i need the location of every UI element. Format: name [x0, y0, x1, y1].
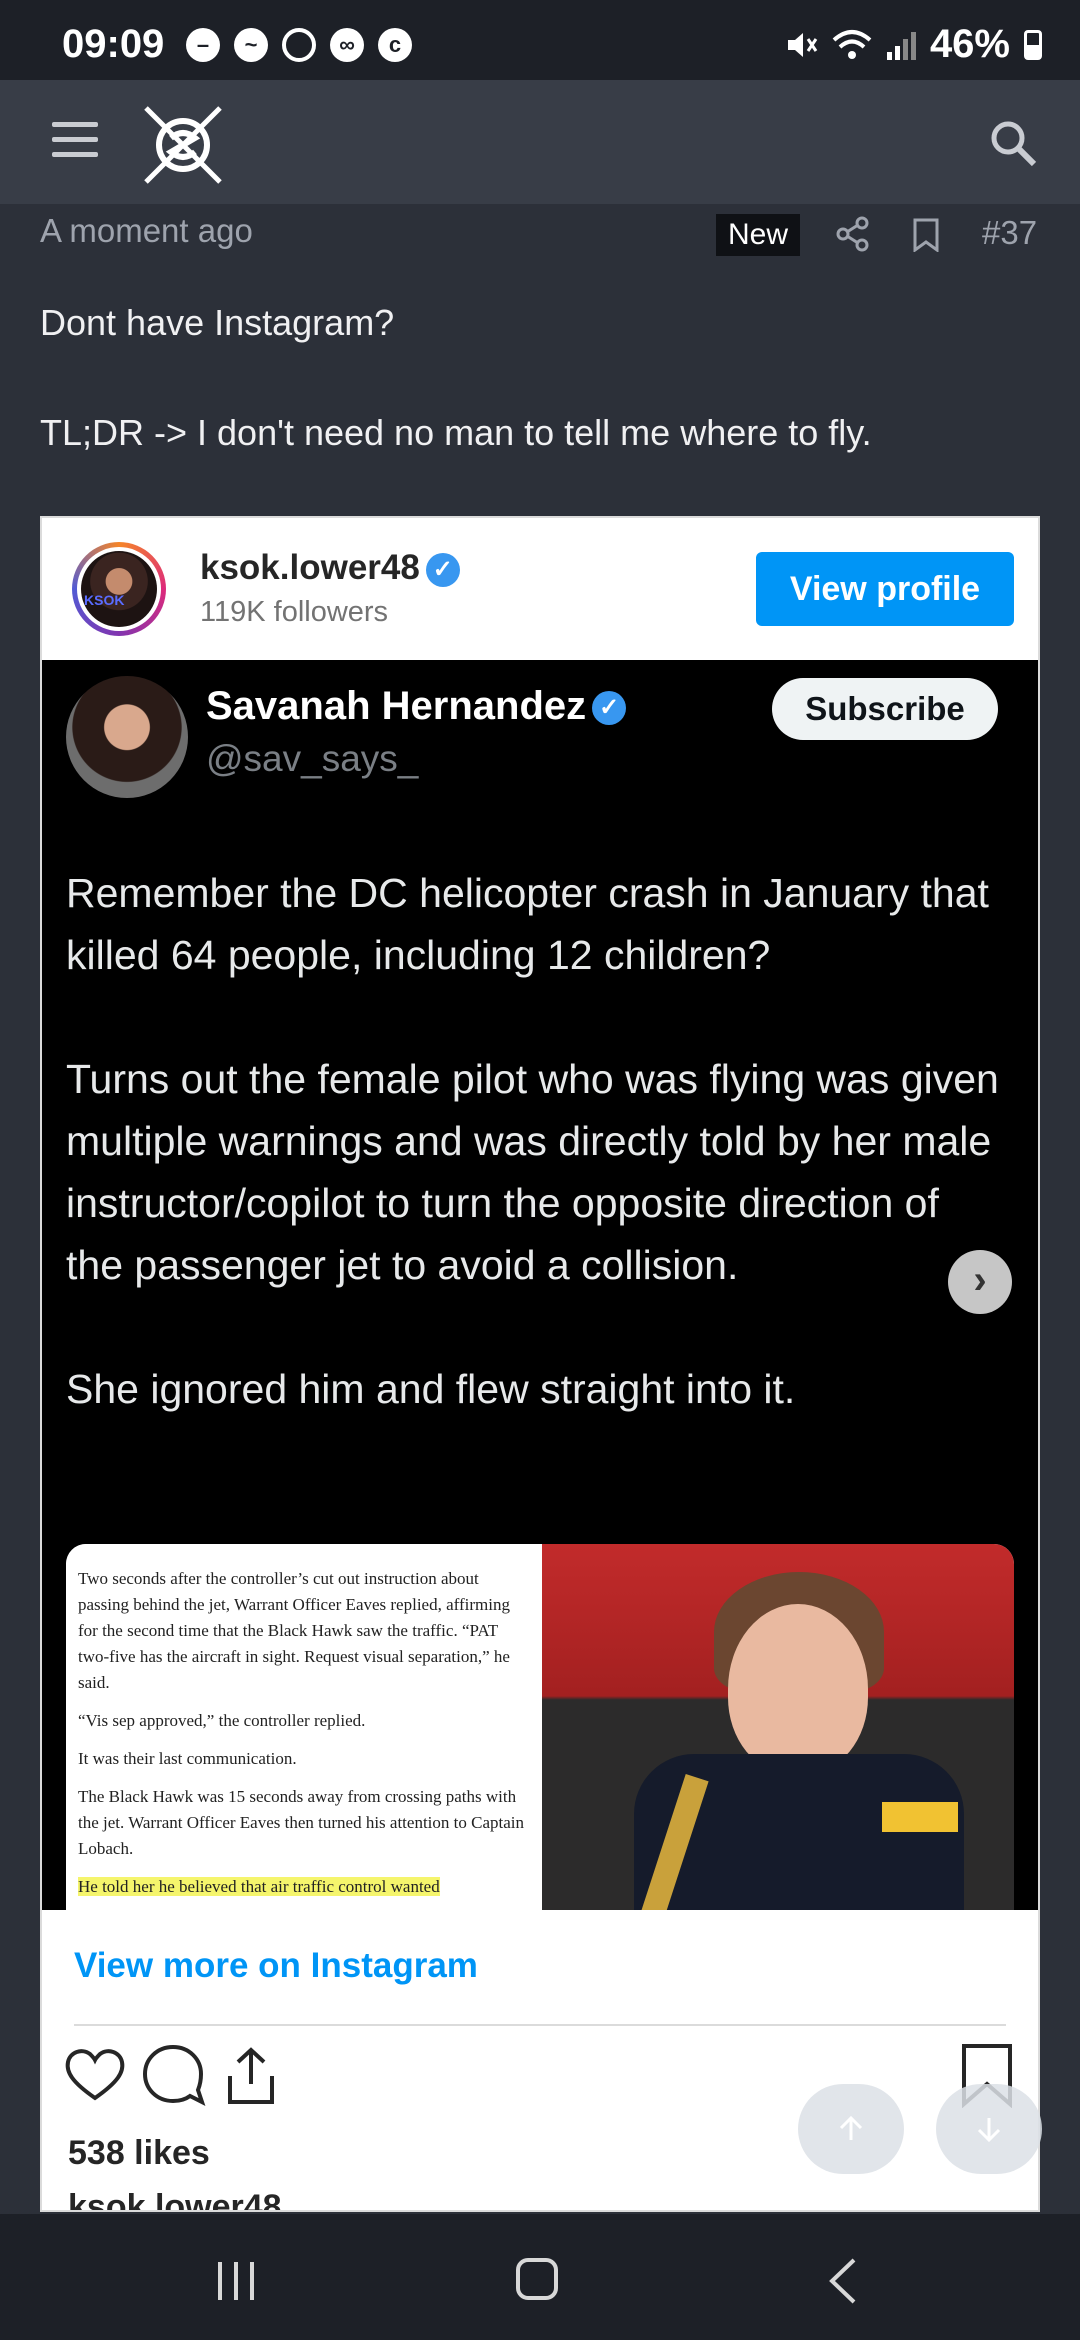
system-navigation-bar [0, 2214, 1080, 2340]
like-count: 538 likes [68, 2134, 210, 2172]
scroll-down-button[interactable] [936, 2084, 1042, 2174]
site-logo[interactable] [138, 100, 228, 190]
post-text-line: TL;DR -> I don't need no man to tell me … [40, 412, 872, 453]
recent-apps-icon[interactable] [214, 2260, 258, 2302]
arrow-up-icon [839, 2115, 863, 2140]
view-more-link[interactable]: View more on Instagram [74, 1946, 478, 1986]
article-screenshot: Two seconds after the controller’s cut o… [66, 1544, 538, 1910]
article-paragraph: “Vis sep approved,” the controller repli… [78, 1711, 366, 1730]
tweet-author-avatar [66, 676, 188, 798]
tweet-body: Remember the DC helicopter crash in Janu… [66, 862, 1006, 1482]
share-icon[interactable] [836, 216, 870, 252]
post-media[interactable]: Savanah Hernandez ✓ @sav_says_ Subscribe … [42, 660, 1038, 1910]
embed-header: KSOK ksok.lower48 ✓ 119K followers View p… [42, 518, 1038, 660]
article-paragraph: The Black Hawk was 15 seconds away from … [78, 1787, 525, 1858]
mute-icon [787, 32, 818, 57]
messenger-icon: ~ [234, 28, 268, 62]
caption-username[interactable]: ksok.lower48 [68, 2188, 282, 2210]
status-bar: 09:09 – ~ ∞ c 46% [0, 0, 1080, 80]
avatar[interactable]: KSOK [72, 542, 166, 636]
instagram-icon [282, 28, 316, 62]
pilot-photo [542, 1544, 1014, 1910]
post-number-link[interactable]: #37 [982, 214, 1037, 252]
post-text-line: Dont have Instagram? [40, 302, 395, 343]
tweet-image: Two seconds after the controller’s cut o… [66, 1544, 1014, 1910]
battery-percent: 46% [929, 22, 1010, 66]
app-header [0, 80, 1080, 204]
article-paragraph-highlighted: He told her he believed that air traffic… [78, 1874, 526, 1900]
arrow-down-icon [977, 2118, 1001, 2143]
heart-icon[interactable] [62, 2042, 128, 2108]
highlighted-text: He told her he believed that air traffic… [78, 1877, 440, 1896]
view-profile-button[interactable]: View profile [756, 552, 1014, 626]
scroll-up-button[interactable] [798, 2084, 904, 2174]
voicemail-icon: ∞ [330, 28, 364, 62]
verified-icon: ✓ [425, 552, 460, 587]
post-time: A moment ago [40, 212, 253, 249]
share-upload-icon[interactable] [218, 2042, 284, 2108]
chevron-right-icon[interactable]: › [948, 1250, 1012, 1314]
comment-icon[interactable] [140, 2042, 206, 2108]
menu-icon[interactable] [52, 122, 98, 158]
bookmark-icon[interactable] [912, 218, 940, 252]
article-paragraph: Two seconds after the controller’s cut o… [78, 1569, 510, 1692]
sync-icon: c [378, 28, 412, 62]
tweet-paragraph: Turns out the female pilot who was flyin… [66, 1056, 999, 1288]
status-time: 09:09 [62, 22, 165, 66]
notification-icons: – ~ ∞ c [186, 28, 412, 62]
tweet-author-handle: @sav_says_ [206, 738, 419, 779]
tweet-paragraph: She ignored him and flew straight into i… [66, 1366, 796, 1412]
instagram-embed: KSOK ksok.lower48 ✓ 119K followers View p… [40, 516, 1040, 2212]
avatar-label: KSOK [84, 592, 125, 608]
new-badge: New [716, 214, 801, 256]
account-username[interactable]: ksok.lower48 ✓ [200, 548, 460, 588]
tweet-author-name-text: Savanah Hernandez [206, 684, 587, 728]
article-paragraph: It was their last communication. [78, 1749, 297, 1768]
follower-count: 119K followers [200, 596, 389, 628]
username-text: ksok.lower48 [200, 548, 420, 587]
battery-icon [1024, 29, 1042, 60]
back-icon[interactable] [828, 2258, 858, 2304]
tweet-author-name: Savanah Hernandez ✓ [206, 684, 627, 729]
status-right: 46% [784, 22, 1042, 67]
home-icon[interactable] [516, 2258, 558, 2300]
subscribe-button[interactable]: Subscribe [772, 678, 998, 740]
search-icon[interactable] [988, 118, 1038, 168]
divider [74, 2024, 1006, 2026]
signal-icon [886, 31, 916, 60]
tweet-paragraph: Remember the DC helicopter crash in Janu… [66, 870, 989, 978]
verified-icon: ✓ [592, 691, 627, 726]
wifi-icon [832, 29, 872, 59]
dnd-icon: – [186, 28, 220, 62]
